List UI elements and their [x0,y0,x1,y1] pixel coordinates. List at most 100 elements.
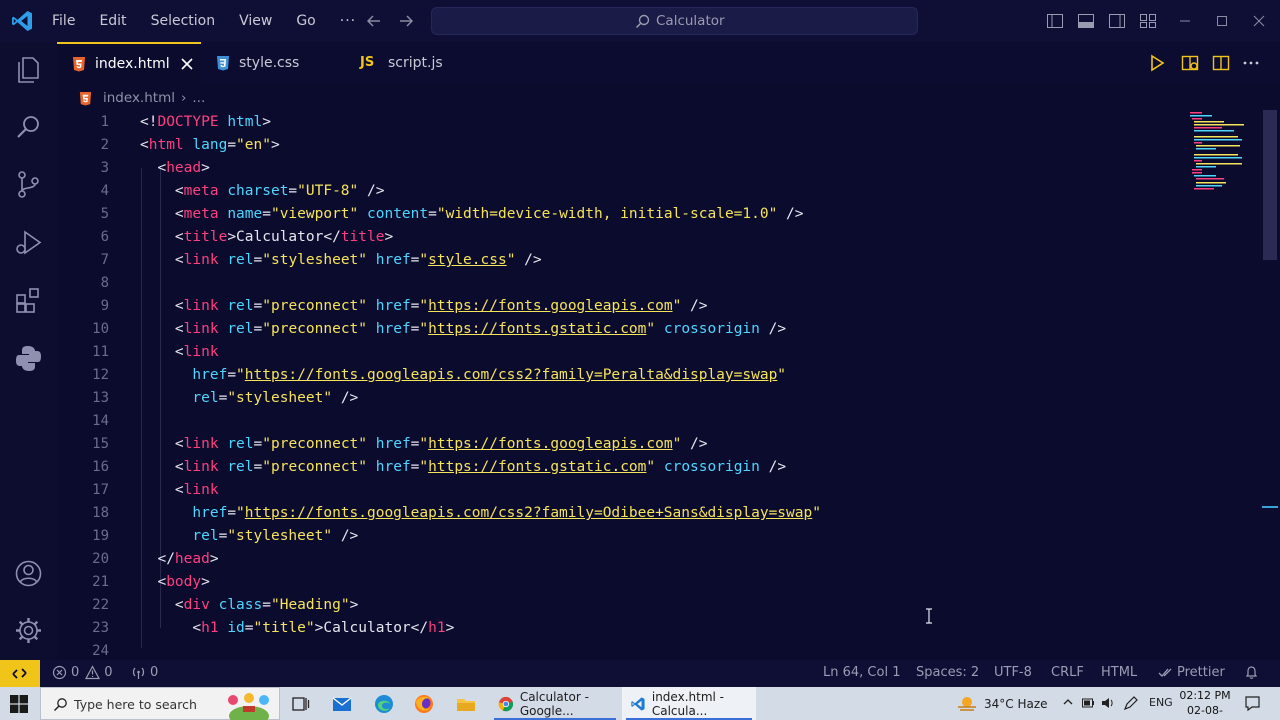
code-line[interactable]: 19 rel="stylesheet" /> [57,525,1187,548]
menu-more[interactable]: ··· [340,13,356,29]
code-line[interactable]: 6 <title>Calculator</title> [57,226,1187,249]
line-number: 1 [100,114,109,130]
code-line[interactable]: 16 <link rel="preconnect" href="https://… [57,456,1187,479]
run-icon[interactable] [1147,53,1167,73]
toggle-panel-icon[interactable] [1076,11,1096,31]
run-and-debug-icon[interactable] [13,227,44,258]
minimize-icon[interactable] [1175,11,1195,31]
open-preview-icon[interactable] [1180,53,1200,73]
windows-start-icon[interactable] [10,695,28,713]
code-line[interactable]: 17 <link [57,479,1187,502]
weather-widget[interactable]: 34°C Haze [956,695,1048,713]
mail-icon[interactable] [331,693,353,715]
toggle-primary-sidebar-icon[interactable] [1045,11,1065,31]
warning-count: 0 [104,665,113,680]
vscode-logo-icon[interactable] [10,9,34,33]
code-line[interactable]: 22 <div class="Heading"> [57,594,1187,617]
ports-indicator[interactable]: 0 [131,665,158,680]
chevron-up-icon[interactable] [1062,695,1074,709]
code-text: <link rel="preconnect" href="https://fon… [140,436,708,452]
close-window-icon[interactable] [1249,11,1269,31]
arrow-left-icon[interactable] [364,11,384,31]
code-line[interactable]: 9 <link rel="preconnect" href="https://f… [57,295,1187,318]
vertical-scrollbar[interactable] [1263,110,1277,260]
task-view-icon[interactable] [289,693,311,715]
breadcrumb-file[interactable]: index.html [103,90,175,106]
code-line[interactable]: 5 <meta name="viewport" content="width=d… [57,203,1187,226]
code-line[interactable]: 21 <body> [57,571,1187,594]
code-line[interactable]: 20 </head> [57,548,1187,571]
code-line[interactable]: 1 <!DOCTYPE html> [57,111,1187,134]
code-line[interactable]: 23 <h1 id="title">Calculator</h1> [57,617,1187,640]
code-line[interactable]: 3 <head> [57,157,1187,180]
language-mode[interactable]: HTML [1101,665,1137,680]
close-icon[interactable] [180,57,194,71]
notifications-icon[interactable] [1244,695,1261,712]
code-token: = [262,597,271,613]
code-line[interactable]: 24 [57,640,1187,661]
prettier-status[interactable]: Prettier [1158,665,1225,680]
gear-icon[interactable] [13,615,44,646]
command-center-search[interactable]: Calculator [431,7,918,35]
python-icon[interactable] [13,343,44,374]
menu-file[interactable]: File [52,13,75,29]
tab-index-html[interactable]: index.html [57,42,201,84]
double-check-icon [1158,668,1172,677]
customize-layout-icon[interactable] [1138,11,1158,31]
code-line[interactable]: 7 <link rel="stylesheet" href="style.css… [57,249,1187,272]
file-encoding[interactable]: UTF-8 [994,665,1032,680]
code-line[interactable]: 8 [57,272,1187,295]
taskbar-search-box[interactable]: Type here to search [40,687,280,720]
more-actions-icon[interactable] [1241,53,1261,73]
code-line[interactable]: 18 href="https://fonts.googleapis.com/cs… [57,502,1187,525]
menu-selection[interactable]: Selection [151,13,216,29]
menu-edit[interactable]: Edit [99,13,126,29]
code-line[interactable]: 4 <meta charset="UTF-8" /> [57,180,1187,203]
arrow-right-icon[interactable] [396,11,416,31]
explorer-icon[interactable] [13,54,44,85]
pen-icon[interactable] [1123,695,1139,711]
edge-browser-icon[interactable] [373,693,395,715]
remote-indicator[interactable] [0,660,40,687]
search-highlight-illustration-icon [228,693,269,720]
battery-icon[interactable] [1081,695,1095,711]
code-line[interactable]: 13 rel="stylesheet" /> [57,387,1187,410]
end-of-line[interactable]: CRLF [1051,665,1084,680]
maximize-icon[interactable] [1212,11,1232,31]
firefox-icon[interactable] [413,693,435,715]
code-line[interactable]: 10 <link rel="preconnect" href="https://… [57,318,1187,341]
tab-style-css[interactable]: style.css [201,42,346,84]
cursor-position[interactable]: Ln 64, Col 1 [823,665,900,680]
status-bar: 0 0 0 Ln 64, Col 1 Spaces: 2 UTF-8 CRLF … [0,660,1280,687]
code-line[interactable]: 2 <html lang="en"> [57,134,1187,157]
taskbar-app-vscode[interactable]: index.html - Calcula... [622,687,756,720]
code-line[interactable]: 12 href="https://fonts.googleapis.com/cs… [57,364,1187,387]
volume-icon[interactable] [1101,695,1115,711]
taskbar-app-chrome[interactable]: Calculator - Google... [490,687,620,720]
menu-go[interactable]: Go [296,13,315,29]
code-token: DOCTYPE [157,114,219,130]
account-icon[interactable] [13,558,44,589]
indentation[interactable]: Spaces: 2 [916,665,979,680]
code-editor[interactable]: 1 <!DOCTYPE html> 2 <html lang="en"> 3 <head… [57,110,1187,660]
code-line[interactable]: 11 <link [57,341,1187,364]
minimap[interactable] [1188,110,1246,196]
code-line[interactable]: 14 [57,410,1187,433]
split-editor-icon[interactable] [1211,53,1231,73]
extensions-icon[interactable] [13,285,44,316]
problems-indicator[interactable]: 0 0 [52,665,113,680]
code-line[interactable]: 15 <link rel="preconnect" href="https://… [57,433,1187,456]
file-explorer-icon[interactable] [455,693,477,715]
source-control-icon[interactable] [13,169,44,200]
tab-script-js[interactable]: JS script.js [346,42,489,84]
bell-icon[interactable] [1244,665,1259,680]
taskbar-clock[interactable]: 02:12 PM 02-08-2024 [1176,688,1234,720]
search-sidebar-icon[interactable] [13,112,44,143]
input-language[interactable]: ENG [1149,696,1173,709]
menu-view[interactable]: View [239,13,272,29]
toggle-secondary-sidebar-icon[interactable] [1107,11,1127,31]
breadcrumb-symbols[interactable]: ... [192,90,205,106]
